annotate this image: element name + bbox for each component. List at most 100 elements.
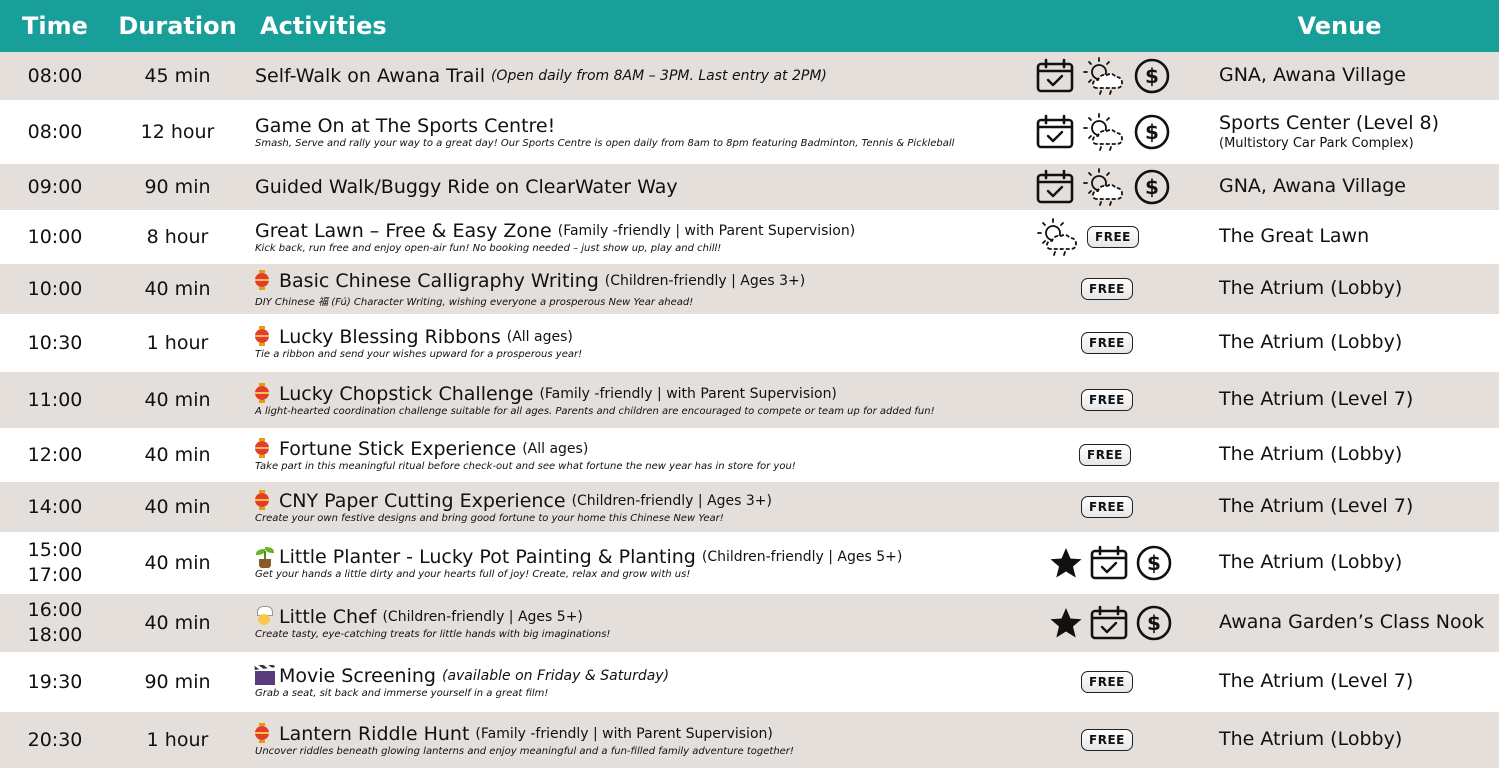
duration-cell: 90 min <box>144 176 211 198</box>
svg-text:$: $ <box>1145 120 1159 144</box>
activity-note: (Family -friendly | with Parent Supervis… <box>557 223 856 239</box>
activity-icons: $ <box>1035 604 1205 642</box>
activity-icons: $ <box>1035 544 1205 582</box>
activity-title-line: Little Chef (Children-friendly | Ages 5+) <box>255 606 1035 628</box>
time-value-end: 18:00 <box>27 624 83 646</box>
venue-name: The Atrium (Lobby) <box>1219 277 1403 300</box>
sprout-icon <box>255 546 275 568</box>
activity-title-line: Game On at The Sports Centre! <box>255 115 1035 137</box>
partly-sunny-icon <box>1081 112 1127 152</box>
activity-note: (Children-friendly | Ages 5+) <box>382 609 583 625</box>
venue-cell: The Atrium (Level 7) <box>1205 388 1499 412</box>
activity-title: Lantern Riddle Hunt <box>279 723 470 745</box>
activity-title: CNY Paper Cutting Experience <box>279 490 566 512</box>
time-value: 19:30 <box>27 670 83 693</box>
activity-title-line: Guided Walk/Buggy Ride on ClearWater Way <box>255 176 1035 198</box>
duration-cell: 12 hour <box>140 121 215 143</box>
activity-cell: Great Lawn – Free & Easy Zone (Family -fr… <box>245 220 1035 254</box>
time-cell: 15:00 17:00 <box>0 538 110 587</box>
venue-cell: The Atrium (Lobby) <box>1205 551 1499 575</box>
time-cell: 10:00 <box>0 225 110 250</box>
venue-cell: The Atrium (Level 7) <box>1205 670 1499 694</box>
activity-title-line: Great Lawn – Free & Easy Zone (Family -fr… <box>255 220 1035 242</box>
duration-cell: 40 min <box>144 552 211 574</box>
activity-cell: CNY Paper Cutting Experience (Children-fr… <box>245 490 1035 524</box>
header-activities: Activities <box>260 12 387 40</box>
activity-title: Little Planter - Lucky Pot Painting & Pl… <box>279 546 696 568</box>
svg-text:$: $ <box>1147 551 1161 575</box>
venue-cell: GNA, Awana Village <box>1205 64 1499 88</box>
venue-name: The Great Lawn <box>1219 225 1370 248</box>
activity-cell: Lucky Chopstick Challenge (Family -friend… <box>245 383 1035 417</box>
activity-note: (Children-friendly | Ages 3+) <box>604 273 806 289</box>
lantern-emoji <box>255 723 273 745</box>
duration-cell: 40 min <box>144 612 211 634</box>
schedule-page: Time Duration Activities Venue 08:00 45 m… <box>0 0 1499 780</box>
activity-description: Uncover riddles beneath glowing lanterns… <box>255 746 794 757</box>
activity-description: Get your hands a little dirty and your h… <box>255 569 691 580</box>
activity-cell: Lantern Riddle Hunt (Family -friendly | w… <box>245 723 1035 757</box>
svg-text:$: $ <box>1145 175 1159 199</box>
lantern-icon <box>255 270 269 290</box>
activity-title-line: Basic Chinese Calligraphy Writing (Childr… <box>255 270 1035 292</box>
time-value: 09:00 <box>27 175 83 198</box>
table-row: 08:00 12 hour Game On at The Sports Centre… <box>0 102 1499 164</box>
activity-description: Take part in this meaningful ritual befo… <box>255 461 796 472</box>
calendar-check-icon <box>1089 605 1129 641</box>
activity-title: Movie Screening <box>279 665 436 687</box>
calendar-check-icon <box>1035 169 1075 205</box>
activity-title: Basic Chinese Calligraphy Writing <box>279 270 599 292</box>
time-value: 20:30 <box>27 728 83 751</box>
duration-cell: 45 min <box>144 65 211 87</box>
time-cell: 10:30 <box>0 331 110 356</box>
venue-name: Sports Center (Level 8) <box>1219 112 1440 134</box>
activity-title: Lucky Chopstick Challenge <box>279 383 534 405</box>
venue-cell: The Great Lawn <box>1205 225 1499 249</box>
activity-icons: FREE <box>1035 332 1205 354</box>
duration-cell: 8 hour <box>146 226 209 248</box>
activity-title-line: Lucky Chopstick Challenge (Family -friend… <box>255 383 1035 405</box>
table-row: 12:00 40 min Fortune Stick Experience (All … <box>0 430 1499 482</box>
free-badge: FREE <box>1081 278 1133 300</box>
activity-title: Guided Walk/Buggy Ride on ClearWater Way <box>255 176 678 198</box>
activity-icons: FREE <box>1035 671 1205 693</box>
activity-title: Fortune Stick Experience <box>279 438 517 460</box>
lantern-emoji <box>255 490 273 512</box>
dollar-icon: $ <box>1133 57 1171 95</box>
duration-cell: 40 min <box>144 444 211 466</box>
activity-description: DIY Chinese 福 (Fú) Character Writing, wi… <box>255 297 694 308</box>
dollar-icon: $ <box>1133 113 1171 151</box>
header-duration: Duration <box>118 12 237 40</box>
activity-note: (available on Friday & Saturday) <box>441 668 670 684</box>
sprout-emoji <box>255 546 275 568</box>
activity-title: Game On at The Sports Centre! <box>255 115 556 137</box>
activity-description: Create your own festive designs and brin… <box>255 513 724 524</box>
venue-cell: Awana Garden’s Class Nook <box>1205 611 1499 635</box>
lantern-emoji <box>255 383 273 405</box>
activity-cell: Little Chef (Children-friendly | Ages 5+)… <box>245 606 1035 640</box>
activity-icons: FREE <box>1035 278 1205 300</box>
activity-title-line: Fortune Stick Experience (All ages) <box>255 438 1035 460</box>
activity-icons: FREE <box>1035 729 1205 751</box>
activity-title: Great Lawn – Free & Easy Zone <box>255 220 552 242</box>
duration-cell: 90 min <box>144 671 211 693</box>
dollar-icon: $ <box>1135 544 1173 582</box>
free-badge: FREE <box>1081 729 1133 751</box>
venue-name: The Atrium (Level 7) <box>1219 495 1414 518</box>
venue-cell: The Atrium (Lobby) <box>1205 331 1499 355</box>
activity-icons: FREE <box>1035 444 1205 466</box>
activity-title-line: Little Planter - Lucky Pot Painting & Pl… <box>255 546 1035 568</box>
activity-note: (Family -friendly | with Parent Supervis… <box>475 726 773 742</box>
venue-cell: Sports Center (Level 8) (Multistory Car P… <box>1205 112 1499 152</box>
venue-subtext: (Multistory Car Park Complex) <box>1219 135 1414 151</box>
venue-name: Awana Garden’s Class Nook <box>1219 611 1485 634</box>
duration-cell: 40 min <box>144 278 211 300</box>
table-row: 11:00 40 min Lucky Chopstick Challenge (Fam… <box>0 372 1499 430</box>
time-cell: 11:00 <box>0 388 110 413</box>
time-value: 08:00 <box>27 120 83 143</box>
activity-note: (Family -friendly | with Parent Supervis… <box>539 386 837 402</box>
lantern-icon <box>255 383 269 403</box>
venue-cell: The Atrium (Lobby) <box>1205 443 1499 467</box>
time-cell: 10:00 <box>0 277 110 302</box>
activity-title: Lucky Blessing Ribbons <box>279 326 501 348</box>
